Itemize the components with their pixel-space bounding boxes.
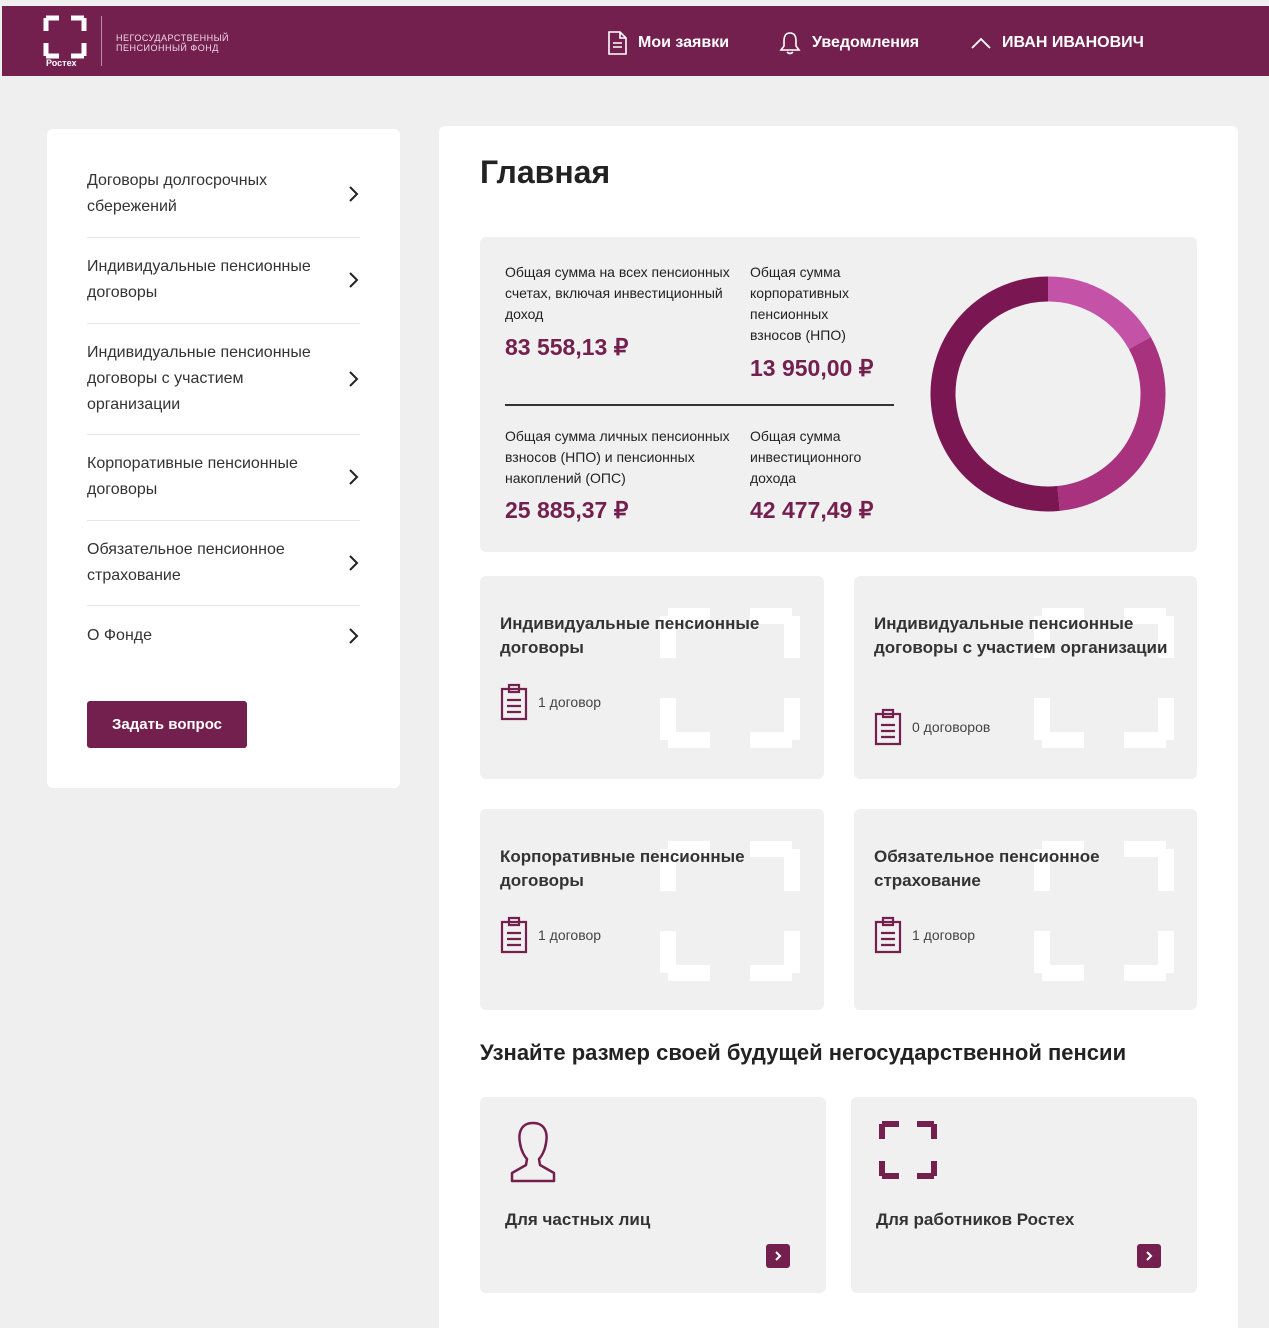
arrow-right-icon[interactable] [1137, 1244, 1161, 1268]
clipboard-icon [500, 916, 528, 954]
summary-panel: Общая сумма на всех пенсионных счетах, в… [480, 237, 1197, 552]
card-count: 1 договор [872, 916, 975, 954]
ask-question-button[interactable]: Задать вопрос [87, 701, 247, 748]
donut-segment [1047, 276, 1151, 350]
nav-my-requests[interactable]: Мои заявки [606, 28, 729, 58]
calc-label: Для работников Ростех [876, 1210, 1075, 1229]
card-individual-contracts[interactable]: Индивидуальные пенсионные договоры 1 дог… [480, 576, 824, 779]
chevron-right-icon [349, 272, 359, 288]
sidebar-item-label: О Фонде [87, 627, 153, 644]
sidebar-item-label: Индивидуальные пенсионные договоры [87, 258, 311, 301]
card-count-label: 1 договор [538, 927, 602, 943]
chevron-right-icon [349, 186, 359, 202]
logo-divider [101, 16, 102, 66]
card-count: 1 договор [498, 683, 601, 721]
clipboard-icon [500, 683, 528, 721]
rostec-frame-icon [879, 1121, 937, 1179]
chevron-up-icon [971, 37, 991, 49]
corporate-sum-label: Общая сумма корпоративных пенсионных взн… [750, 264, 849, 343]
sidebar-item-about-fund[interactable]: О Фонде [87, 623, 360, 649]
card-title: Индивидуальные пенсионные договоры с уча… [874, 614, 1168, 657]
sidebar-item-corporate-contracts[interactable]: Корпоративные пенсионные договоры [87, 451, 360, 503]
chevron-right-icon [349, 628, 359, 644]
card-title: Индивидуальные пенсионные договоры [500, 614, 760, 657]
card-corporate-contracts[interactable]: Корпоративные пенсионные договоры 1 дого… [480, 809, 824, 1010]
sidebar-item-mandatory-insurance[interactable]: Обязательное пенсионное страхование [87, 537, 360, 589]
calc-private-persons[interactable]: Для частных лиц [480, 1097, 826, 1293]
card-count: 1 договор [498, 916, 601, 954]
sidebar-item-label: Договоры долгосрочных сбережений [87, 172, 268, 215]
chevron-right-icon [349, 555, 359, 571]
distribution-donut-chart [930, 276, 1166, 512]
future-pension-heading: Узнайте размер своей будущей негосударст… [480, 1040, 1127, 1065]
card-count: 0 договоров [872, 708, 990, 746]
clipboard-icon [874, 708, 902, 746]
calc-label: Для частных лиц [505, 1210, 651, 1229]
bell-icon [779, 32, 801, 55]
card-count-label: 0 договоров [912, 719, 991, 735]
donut-segment [930, 276, 1060, 512]
sidebar-divider [87, 434, 360, 435]
main-content: Главная Общая сумма на всех пенсионных с… [439, 126, 1238, 1328]
logo-caption: Ростех [46, 58, 77, 68]
summary-divider [505, 404, 894, 406]
fund-name: НЕГОСУДАРСТВЕННЫЙ ПЕНСИОННЫЙ ФОНД [116, 33, 230, 53]
sidebar-item-label: Обязательное пенсионное страхование [87, 541, 285, 584]
personal-sum-value: 25 885,37 ₽ [505, 497, 629, 523]
total-sum-label: Общая сумма на всех пенсионных счетах, в… [505, 264, 730, 322]
card-count-label: 1 договор [912, 927, 976, 943]
nav-my-requests-label: Мои заявки [638, 34, 730, 51]
investment-sum-value: 42 477,49 ₽ [750, 497, 874, 523]
corporate-sum-value: 13 950,00 ₽ [750, 355, 874, 381]
sidebar-item-individual-contracts[interactable]: Индивидуальные пенсионные договоры [87, 254, 360, 306]
nav-user-name: ИВАН ИВАНОВИЧ [1002, 34, 1144, 51]
top-header: Ростех НЕГОСУДАРСТВЕННЫЙ ПЕНСИОННЫЙ ФОНД… [2, 6, 1269, 76]
arrow-right-icon[interactable] [766, 1244, 790, 1268]
card-title: Обязательное пенсионное страхование [874, 847, 1100, 890]
sidebar-item-label: Корпоративные пенсионные договоры [87, 455, 298, 498]
card-title: Корпоративные пенсионные договоры [500, 847, 745, 890]
sidebar-divider [87, 520, 360, 521]
sidebar-item-individual-with-org[interactable]: Индивидуальные пенсионные договоры с уча… [87, 340, 360, 418]
total-sum-value: 83 558,13 ₽ [505, 334, 629, 360]
nav-notifications[interactable]: Уведомления [778, 28, 919, 58]
sidebar-divider [87, 237, 360, 238]
card-individual-with-org[interactable]: Индивидуальные пенсионные договоры с уча… [854, 576, 1197, 779]
personal-sum-label: Общая сумма личных пенсионных взносов (Н… [505, 428, 730, 486]
sidebar: Договоры долгосрочных сбережений Индивид… [47, 129, 400, 788]
clipboard-icon [874, 916, 902, 954]
chevron-right-icon [349, 469, 359, 485]
donut-segment [1057, 337, 1166, 511]
page-title: Главная [480, 154, 611, 190]
nav-user-menu[interactable]: ИВАН ИВАНОВИЧ [970, 28, 1144, 58]
sidebar-divider [87, 323, 360, 324]
sidebar-item-long-term-savings[interactable]: Договоры долгосрочных сбережений [87, 168, 360, 220]
nav-notifications-label: Уведомления [812, 34, 920, 51]
investment-sum-label: Общая сумма инвестиционного дохода [750, 428, 862, 486]
card-count-label: 1 договор [538, 694, 602, 710]
calc-rostec-employees[interactable]: Для работников Ростех [851, 1097, 1197, 1293]
document-icon [608, 31, 627, 55]
sidebar-item-label: Индивидуальные пенсионные договоры с уча… [87, 344, 311, 413]
card-mandatory-insurance[interactable]: Обязательное пенсионное страхование 1 до… [854, 809, 1197, 1010]
person-icon [510, 1121, 556, 1183]
sidebar-divider [87, 605, 360, 606]
chevron-right-icon [349, 371, 359, 387]
